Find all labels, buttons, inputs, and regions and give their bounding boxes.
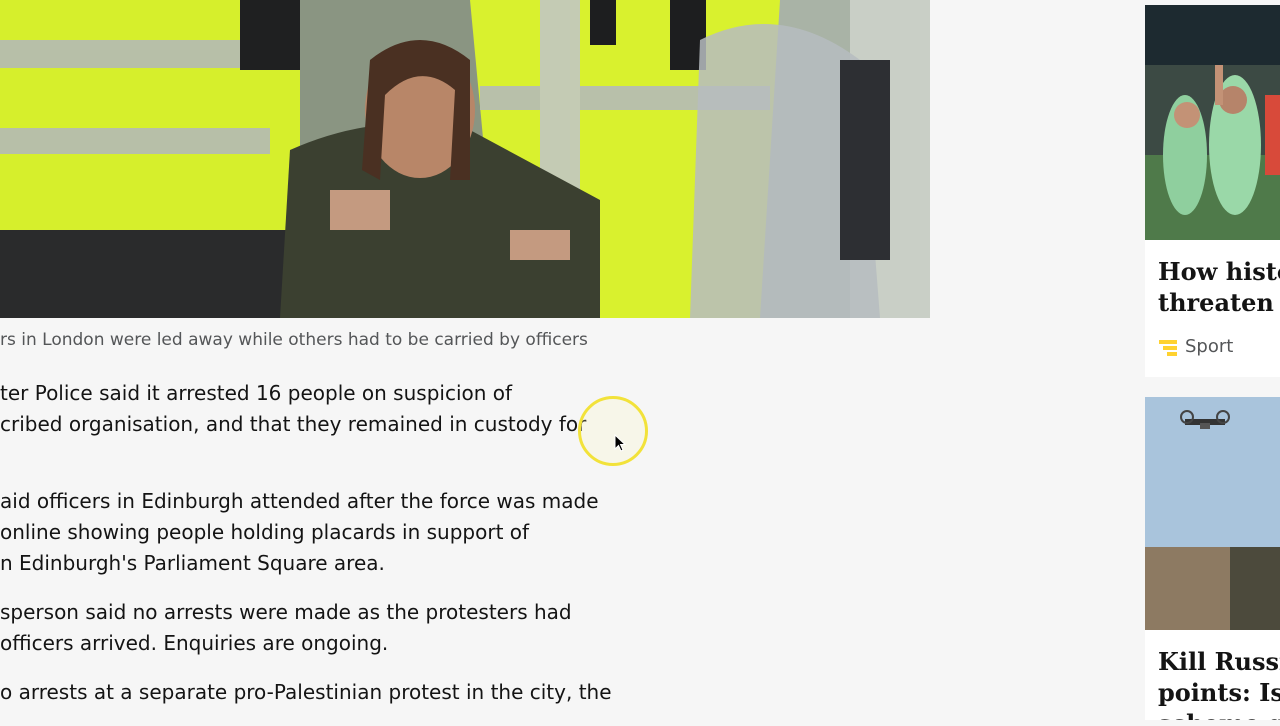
promo-tag[interactable]: Sport bbox=[1145, 318, 1280, 357]
article-paragraph: sperson said no arrests were made as the… bbox=[0, 600, 572, 655]
article-paragraph: o arrests at a separate pro-Palestinian … bbox=[0, 680, 612, 704]
sport-icon bbox=[1159, 339, 1177, 356]
promo-card-news[interactable]: Kill Russia points: Is U scheme ga bbox=[1145, 397, 1280, 720]
article-body: ter Police said it arrested 16 people on… bbox=[0, 378, 640, 726]
promo-title[interactable]: How histo threaten E bbox=[1145, 244, 1280, 318]
article-hero-image bbox=[0, 0, 930, 318]
promo-title[interactable]: Kill Russia points: Is U scheme ga bbox=[1145, 634, 1280, 720]
cursor-highlight bbox=[578, 396, 648, 466]
promo-image-football bbox=[1145, 5, 1280, 244]
promo-image-drone bbox=[1145, 397, 1280, 634]
promo-card-sport[interactable]: How histo threaten E Sport bbox=[1145, 5, 1280, 377]
promo-tag-label: Sport bbox=[1185, 336, 1234, 357]
mouse-cursor-icon bbox=[614, 434, 626, 452]
protest-photo bbox=[0, 0, 930, 318]
article-paragraph: aid officers in Edinburgh attended after… bbox=[0, 489, 599, 575]
article-paragraph: ter Police said it arrested 16 people on… bbox=[0, 381, 587, 436]
image-caption: rs in London were led away while others … bbox=[0, 330, 588, 350]
